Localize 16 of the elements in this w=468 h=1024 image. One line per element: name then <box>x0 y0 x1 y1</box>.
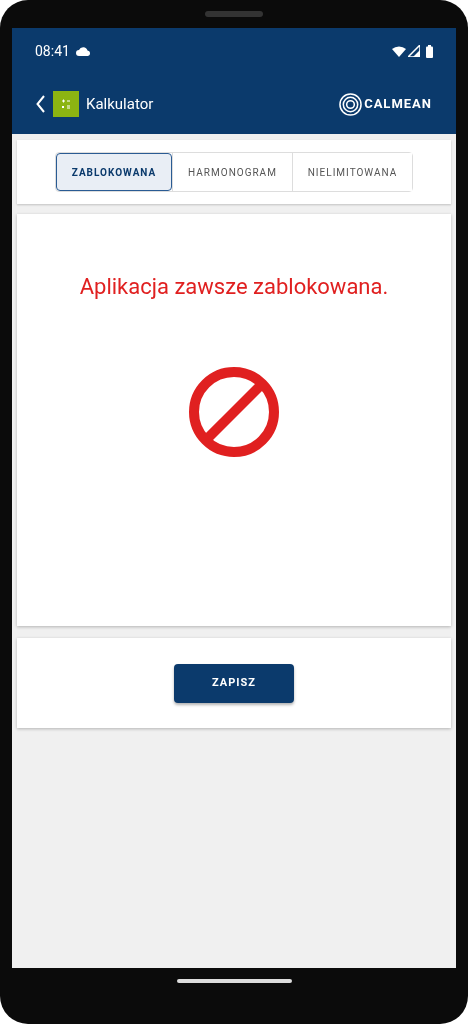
logo-icon <box>339 92 363 116</box>
back-icon[interactable] <box>36 95 46 113</box>
brand-name: CALMEAN <box>364 95 432 114</box>
cloud-icon <box>75 46 91 56</box>
app-title: Kalkulator <box>86 93 154 115</box>
app-icon <box>53 91 79 117</box>
status-time: 08:41 <box>35 41 70 61</box>
prohibited-icon <box>188 366 280 458</box>
wifi-icon <box>392 45 406 57</box>
tab[interactable]: NIELIMITOWANA <box>292 153 412 191</box>
blocked-message: Aplikacja zawsze zablokowana. <box>79 273 389 301</box>
speaker-icon <box>205 11 263 17</box>
save-button[interactable]: ZAPISZ <box>174 663 294 703</box>
battery-icon <box>426 44 433 58</box>
tab[interactable]: ZABLOKOWANA <box>56 153 172 191</box>
signal-icon <box>408 45 420 57</box>
